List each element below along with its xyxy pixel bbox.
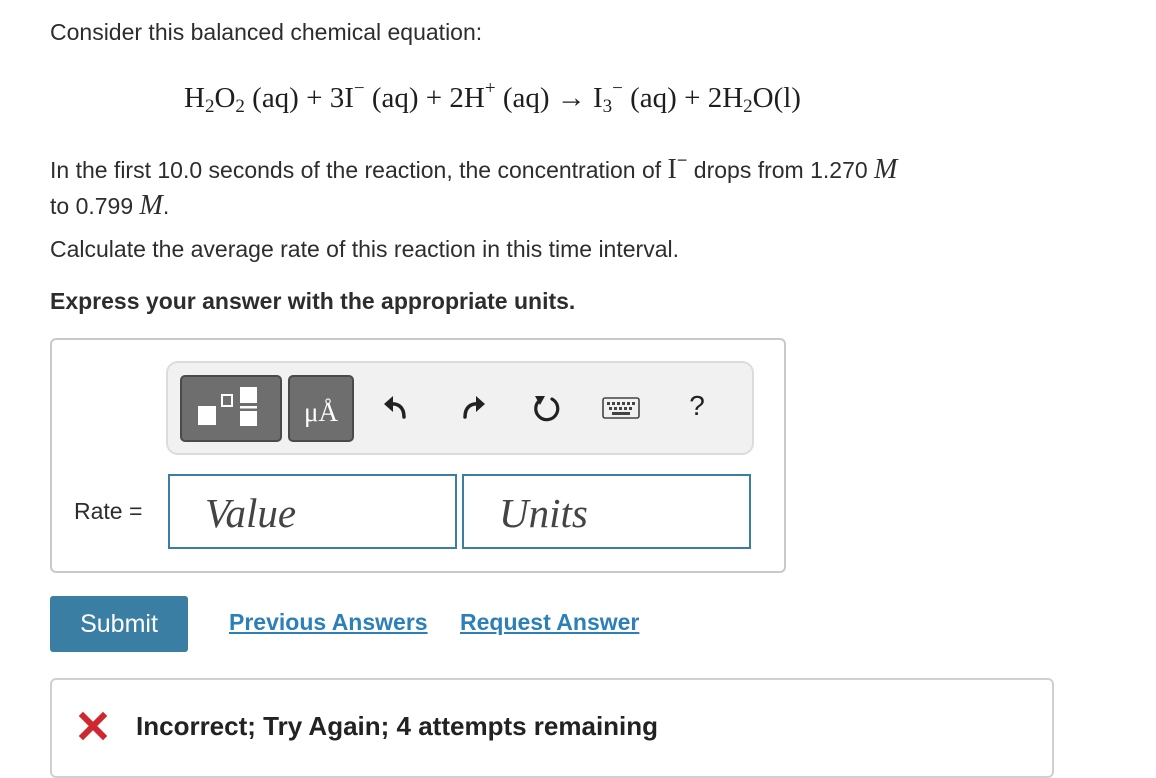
para-ion-charge: − bbox=[676, 150, 688, 170]
express-instruction: Express your answer with the appropriate… bbox=[50, 288, 576, 314]
eq-arrow: → bbox=[549, 82, 593, 114]
question-intro: Consider this balanced chemical equation… bbox=[50, 19, 483, 45]
submit-button[interactable]: Submit bbox=[50, 596, 188, 652]
template-icon bbox=[198, 387, 257, 426]
incorrect-x-icon bbox=[78, 711, 108, 746]
eq-phase: (l) bbox=[773, 82, 801, 114]
eq-phase: (aq) bbox=[371, 82, 419, 114]
para-ion: I bbox=[667, 154, 677, 185]
feedback-message: Incorrect; Try Again; 4 attempts remaini… bbox=[136, 711, 659, 741]
eq-h2o2-o: O bbox=[214, 82, 236, 114]
calculate-instruction: Calculate the average rate of this react… bbox=[50, 236, 679, 262]
redo-icon[interactable] bbox=[455, 390, 489, 426]
eq-charge: − bbox=[612, 78, 623, 99]
eq-iodide: 3I bbox=[329, 82, 354, 114]
eq-plus: + bbox=[676, 82, 708, 114]
rate-label: Rate = bbox=[74, 498, 143, 524]
units-icon: μÅ bbox=[304, 397, 338, 427]
units-input[interactable]: Units bbox=[462, 474, 751, 549]
para-unit-molar: M bbox=[874, 154, 898, 185]
para-text-2: drops from 1.270 bbox=[687, 157, 875, 183]
eq-phase: (aq) bbox=[252, 82, 299, 114]
para-text-3: to 0.799 bbox=[50, 193, 140, 219]
eq-plus: + bbox=[418, 82, 450, 114]
chemical-equation: H2O2 (aq) + 3I− (aq) + 2H+ (aq) → I3− (a… bbox=[184, 78, 801, 118]
previous-answers-link[interactable]: Previous Answers bbox=[229, 609, 428, 636]
eq-charge: − bbox=[353, 78, 365, 99]
help-icon[interactable]: ? bbox=[682, 390, 712, 422]
eq-plus: + bbox=[298, 82, 330, 114]
eq-sub: 2 bbox=[235, 96, 245, 117]
eq-charge: + bbox=[484, 78, 496, 99]
eq-phase: (aq) bbox=[630, 82, 677, 114]
units-button[interactable]: μÅ bbox=[288, 375, 354, 442]
eq-water-o: O bbox=[752, 82, 774, 114]
undo-icon[interactable] bbox=[380, 390, 414, 426]
reset-icon[interactable] bbox=[530, 390, 564, 426]
eq-hplus: 2H bbox=[449, 82, 485, 114]
eq-water-h: 2H bbox=[707, 82, 744, 114]
question-paragraph: In the first 10.0 seconds of the reactio… bbox=[50, 143, 1050, 224]
keyboard-icon[interactable] bbox=[601, 390, 641, 426]
template-button[interactable] bbox=[180, 375, 282, 442]
eq-h2o2-h: H bbox=[184, 82, 205, 114]
para-unit-molar: M bbox=[139, 190, 163, 221]
para-text-1: In the first 10.0 seconds of the reactio… bbox=[50, 157, 668, 183]
eq-phase: (aq) bbox=[502, 82, 550, 114]
eq-sub: 3 bbox=[602, 96, 613, 117]
request-answer-link[interactable]: Request Answer bbox=[460, 609, 639, 636]
para-period: . bbox=[162, 193, 170, 219]
value-input[interactable]: Value bbox=[168, 474, 457, 549]
eq-triiodide: I bbox=[593, 82, 603, 114]
eq-sub: 2 bbox=[743, 96, 753, 117]
